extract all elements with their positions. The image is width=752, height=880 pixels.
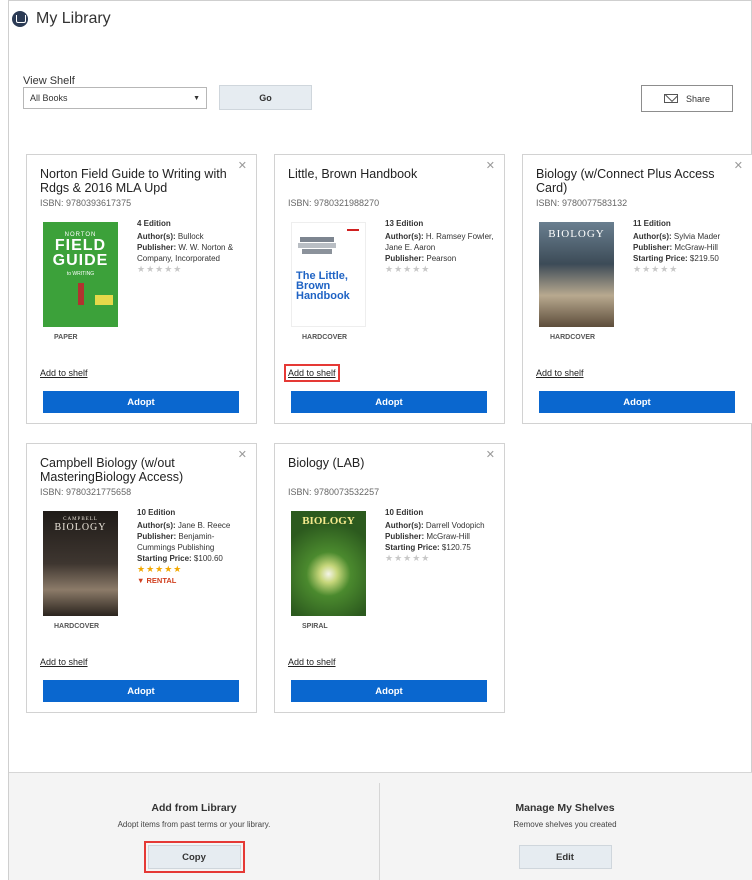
book-card: ✕ Campbell Biology (w/out MasteringBiolo… — [26, 443, 257, 713]
close-icon[interactable]: ✕ — [238, 159, 247, 172]
page-header: My Library — [12, 10, 111, 28]
shelf-select-value: All Books — [30, 93, 68, 103]
add-to-shelf-link[interactable]: Add to shelf — [288, 657, 336, 667]
add-to-shelf-link[interactable]: Add to shelf — [40, 368, 88, 378]
close-icon[interactable]: ✕ — [238, 448, 247, 461]
book-title: Little, Brown Handbook — [288, 167, 418, 181]
close-icon[interactable]: ✕ — [486, 159, 495, 172]
rental-badge: ▼ RENTAL — [137, 576, 177, 585]
book-card: ✕ Biology (w/Connect Plus Access Card) I… — [522, 154, 752, 424]
add-from-library-subtitle: Adopt items from past terms or your libr… — [117, 820, 271, 829]
book-isbn: ISBN: 9780073532257 — [288, 487, 380, 497]
add-to-shelf-link[interactable]: Add to shelf — [284, 364, 340, 382]
book-edition: 4 Edition — [137, 219, 171, 228]
manage-shelves-title: Manage My Shelves — [515, 802, 615, 814]
mail-icon — [663, 94, 678, 103]
library-footer: Add from Library Adopt items from past t… — [9, 773, 752, 880]
book-format: HARDCOVER — [54, 623, 100, 630]
adopt-button[interactable]: Adopt — [291, 391, 487, 413]
book-cover: BIOLOGY — [291, 511, 366, 616]
book-format: PAPER — [54, 334, 78, 341]
chevron-down-icon: ▼ — [193, 94, 200, 102]
adopt-button[interactable]: Adopt — [291, 680, 487, 702]
book-edition: 10 Edition — [385, 508, 424, 517]
close-icon[interactable]: ✕ — [734, 159, 743, 172]
library-book-icon — [12, 11, 28, 27]
rating-stars: ★★★★★ — [137, 564, 183, 574]
book-isbn: ISBN: 9780321988270 — [288, 198, 380, 208]
edit-button[interactable]: Edit — [518, 845, 612, 869]
adopt-button[interactable]: Adopt — [539, 391, 735, 413]
book-edition: 13 Edition — [385, 219, 424, 228]
book-publisher: Publisher: McGraw-Hill — [633, 243, 718, 252]
book-cover: NORTON FIELD GUIDE to WRITING — [43, 222, 118, 327]
book-publisher: Publisher: W. W. Norton & Company, Incor… — [137, 243, 234, 263]
book-price: Starting Price: $120.75 — [385, 543, 471, 552]
book-authors: Author(s): Jane B. Reece — [137, 521, 231, 530]
rating-stars: ★★★★★ — [385, 553, 431, 563]
add-from-library-section: Add from Library Adopt items from past t… — [9, 773, 379, 880]
book-edition: 11 Edition — [633, 219, 671, 228]
rating-stars: ★★★★★ — [137, 264, 183, 274]
book-info: 10 Edition Author(s): Darrell Vodopich P… — [385, 507, 495, 564]
book-publisher: Publisher: McGraw-Hill — [385, 532, 470, 541]
adopt-button[interactable]: Adopt — [43, 680, 239, 702]
rating-stars: ★★★★★ — [385, 264, 431, 274]
share-label: Share — [685, 93, 711, 104]
book-card: ✕ Little, Brown Handbook ISBN: 978032198… — [274, 154, 505, 424]
add-from-library-title: Add from Library — [151, 802, 237, 814]
add-to-shelf-link[interactable]: Add to shelf — [536, 368, 584, 378]
book-price: Starting Price: $100.60 — [137, 554, 223, 563]
book-isbn: ISBN: 9780393617375 — [40, 198, 132, 208]
book-cover: BIOLOGY — [539, 222, 614, 327]
book-isbn: ISBN: 9780077583132 — [536, 198, 628, 208]
shelf-select[interactable]: All Books ▼ — [23, 87, 207, 109]
book-info: 11 Edition Author(s): Sylvia Mader Publi… — [633, 218, 743, 275]
book-edition: 10 Edition — [137, 508, 176, 517]
book-authors: Author(s): Sylvia Mader — [633, 232, 721, 241]
close-icon[interactable]: ✕ — [486, 448, 495, 461]
book-isbn: ISBN: 9780321775658 — [40, 487, 132, 497]
book-authors: Author(s): Bullock — [137, 232, 204, 241]
book-publisher: Publisher: Pearson — [385, 254, 457, 263]
book-cover: CAMPBELL BIOLOGY — [43, 511, 118, 616]
book-card: ✕ Norton Field Guide to Writing with Rdg… — [26, 154, 257, 424]
manage-shelves-subtitle: Remove shelves you created — [513, 820, 617, 829]
rating-stars: ★★★★★ — [633, 264, 679, 274]
adopt-button[interactable]: Adopt — [43, 391, 239, 413]
book-card: ✕ Biology (LAB) ISBN: 9780073532257 BIOL… — [274, 443, 505, 713]
book-cover: The Little, Brown Handbook — [291, 222, 366, 327]
library-panel — [8, 0, 752, 880]
manage-shelves-section: Manage My Shelves Remove shelves you cre… — [380, 773, 750, 880]
book-title: Campbell Biology (w/out MasteringBiology… — [40, 456, 184, 484]
add-to-shelf-link[interactable]: Add to shelf — [40, 657, 88, 667]
book-authors: Author(s): H. Ramsey Fowler, Jane E. Aar… — [385, 232, 494, 252]
book-title: Biology (w/Connect Plus Access Card) — [536, 167, 715, 195]
book-title: Biology (LAB) — [288, 456, 365, 470]
book-price: Starting Price: $219.50 — [633, 254, 719, 263]
book-title: Norton Field Guide to Writing with Rdgs … — [40, 167, 227, 195]
book-authors: Author(s): Darrell Vodopich — [385, 521, 485, 530]
page-title: My Library — [36, 10, 111, 27]
view-shelf-label: View Shelf — [23, 75, 75, 87]
book-info: 10 Edition Author(s): Jane B. Reece Publ… — [137, 507, 247, 586]
book-info: 13 Edition Author(s): H. Ramsey Fowler, … — [385, 218, 495, 275]
book-publisher: Publisher: Benjamin-Cummings Publishing — [137, 532, 215, 552]
share-button[interactable]: Share — [641, 85, 733, 112]
book-info: 4 Edition Author(s): Bullock Publisher: … — [137, 218, 247, 275]
copy-button[interactable]: Copy — [143, 841, 245, 873]
book-format: HARDCOVER — [550, 334, 596, 341]
go-button[interactable]: Go — [219, 85, 312, 110]
book-format: SPIRAL — [302, 623, 328, 630]
book-format: HARDCOVER — [302, 334, 348, 341]
